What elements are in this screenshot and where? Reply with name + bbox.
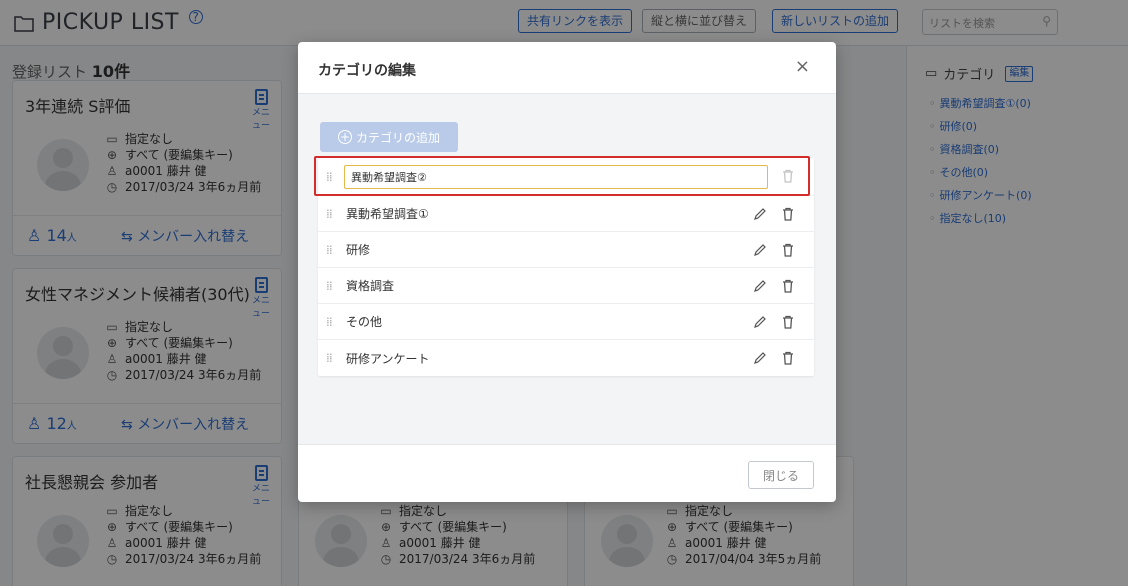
row-actions [752, 350, 796, 366]
trash-icon[interactable] [780, 278, 796, 294]
drag-handle-icon[interactable]: ⁞⁞ [326, 244, 338, 256]
category-row-editing: ⁞⁞ [314, 156, 814, 196]
drag-handle-icon[interactable]: ⁞⁞ [326, 208, 338, 220]
category-name: その他 [346, 315, 383, 329]
trash-icon[interactable] [780, 350, 796, 366]
modal-title: カテゴリの編集 [318, 63, 416, 79]
modal-body: + カテゴリの追加 ⁞⁞ ⁞⁞ 異動希望調査① [298, 94, 836, 444]
pencil-icon[interactable] [752, 242, 768, 258]
category-row: ⁞⁞ 研修 [318, 232, 814, 268]
category-name: 異動希望調査① [346, 207, 429, 221]
pencil-icon[interactable] [752, 350, 768, 366]
category-name: 資格調査 [346, 279, 395, 293]
modal-footer: 閉じる [298, 444, 836, 502]
trash-icon[interactable] [780, 242, 796, 258]
drag-handle-icon[interactable]: ⁞⁞ [326, 316, 338, 328]
category-row: ⁞⁞ 異動希望調査① [318, 196, 814, 232]
pencil-icon[interactable] [752, 314, 768, 330]
modal-header: カテゴリの編集 × [298, 42, 836, 94]
category-row: ⁞⁞ 資格調査 [318, 268, 814, 304]
drag-handle-icon[interactable]: ⁞⁞ [326, 352, 338, 364]
row-actions [752, 242, 796, 258]
category-name: 研修アンケート [346, 351, 430, 366]
drag-handle-icon[interactable]: ⁞⁞ [326, 280, 338, 292]
trash-icon[interactable] [780, 206, 796, 222]
row-actions [752, 314, 796, 330]
add-category-button[interactable]: + カテゴリの追加 [320, 122, 458, 152]
add-category-label: カテゴリの追加 [355, 130, 440, 145]
category-name-input[interactable] [344, 165, 768, 189]
pencil-icon[interactable] [752, 206, 768, 222]
trash-icon[interactable] [780, 314, 796, 330]
pencil-icon[interactable] [752, 278, 768, 294]
row-actions [752, 278, 796, 294]
close-icon[interactable]: × [795, 56, 810, 77]
plus-circle-icon: + [337, 130, 352, 144]
drag-handle-icon[interactable]: ⁞⁞ [326, 171, 338, 183]
category-table: ⁞⁞ ⁞⁞ 異動希望調査① ⁞⁞ 研修 [314, 156, 814, 376]
row-actions [780, 168, 796, 184]
category-row: ⁞⁞ その他 [318, 304, 814, 340]
row-actions [752, 206, 796, 222]
category-name: 研修 [346, 243, 371, 257]
trash-icon[interactable] [780, 168, 796, 184]
category-row: ⁞⁞ 研修アンケート [318, 340, 814, 376]
category-edit-modal: カテゴリの編集 × + カテゴリの追加 ⁞⁞ ⁞⁞ 異動希望調査① [298, 42, 836, 502]
close-button[interactable]: 閉じる [748, 461, 814, 489]
